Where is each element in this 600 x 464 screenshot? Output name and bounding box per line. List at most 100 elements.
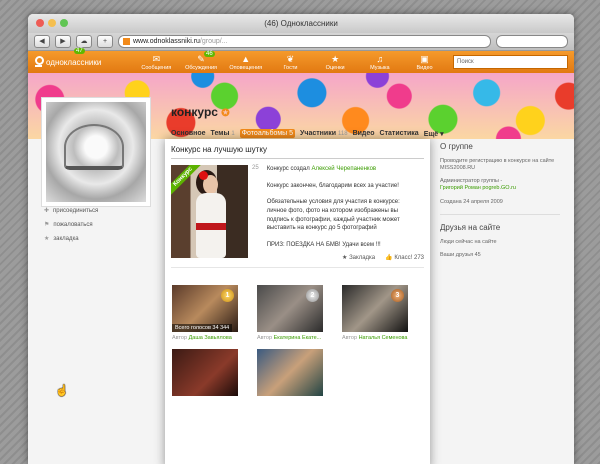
entry-card[interactable]: 2 Автор Екатерина Екате... xyxy=(257,285,335,341)
nav-discussions[interactable]: ✎ 46 Обсуждения xyxy=(184,50,218,71)
thumbs-up-icon: 👍 xyxy=(385,255,393,261)
link-label: пожаловаться xyxy=(53,221,93,228)
group-avatar-card[interactable] xyxy=(41,97,151,207)
bookmark-button[interactable]: ★ Закладка xyxy=(342,254,375,261)
your-friends-link[interactable]: Ваши друзья 45 xyxy=(440,252,560,259)
cloud-icon[interactable]: ☁ xyxy=(76,35,92,48)
silver-medal-icon: 2 xyxy=(306,289,319,302)
divider xyxy=(440,213,560,215)
minimize-button[interactable] xyxy=(48,19,56,27)
photo-number: 25 xyxy=(252,165,259,171)
tab-main[interactable]: Основное xyxy=(171,130,206,137)
site-search-input[interactable]: Поиск xyxy=(453,55,568,69)
tab-count: 1 xyxy=(231,131,235,137)
contest-ribbon: Конкурс xyxy=(171,165,205,199)
url-host: www.odnoklassniki.ru xyxy=(133,38,200,45)
class-label: Класс! xyxy=(394,255,413,261)
tab-photo-albums[interactable]: Фотоальбомы 5 xyxy=(239,129,296,138)
online-now-link[interactable]: Люди сейчас на сайте xyxy=(440,239,560,246)
nav-items: ✉ Сообщения ✎ 46 Обсуждения ▲ Оповещения ❦ Го… xyxy=(134,50,453,71)
window-controls xyxy=(36,19,68,27)
nav-video[interactable]: ▣ Видео xyxy=(408,54,442,71)
nav-messages[interactable]: ✉ Сообщения xyxy=(139,54,173,71)
browser-search-field[interactable] xyxy=(496,35,568,48)
logo-badge: 47 xyxy=(74,47,85,54)
group-name: конкурс xyxy=(171,105,218,119)
group-page: ✚ присоединиться ⚑ пожаловаться ★ закладка … xyxy=(28,97,574,464)
entry-photo[interactable]: 3 xyxy=(342,285,408,332)
tab-label: Фотоальбомы xyxy=(241,130,288,137)
entry-card[interactable] xyxy=(172,349,250,396)
nav-guests[interactable]: ❦ Гости xyxy=(273,54,307,71)
entry-card[interactable] xyxy=(257,349,335,396)
contest-photo[interactable]: Конкурс xyxy=(171,165,248,258)
envelope-icon: ✉ xyxy=(152,53,161,64)
report-link[interactable]: ⚑ пожаловаться xyxy=(44,221,98,229)
browser-toolbar: ◀ ▶ ☁ + www.odnoklassniki.ru/group/... xyxy=(28,33,574,51)
admin-info: Администратор группы - Григорий Роман pog… xyxy=(440,178,560,192)
forward-button[interactable]: ▶ xyxy=(55,35,71,48)
entries-grid: 1 Всего голосов 34 344 Автор Даша Завьял… xyxy=(171,285,424,396)
author-prefix: Автор xyxy=(172,335,188,341)
entry-photo[interactable]: 1 Всего голосов 34 344 xyxy=(172,285,238,332)
entry-photo[interactable] xyxy=(257,349,323,396)
window-title: (46) Одноклассники xyxy=(264,19,338,28)
entry-card[interactable]: 3 Автор Наталья Семенова xyxy=(342,285,420,341)
plus-icon: ✚ xyxy=(44,208,50,214)
tab-more[interactable]: Ещё ▾ xyxy=(424,130,444,138)
video-icon: ▣ xyxy=(420,53,429,64)
close-button[interactable] xyxy=(36,19,44,27)
nav-ratings[interactable]: ★ Оценки xyxy=(318,54,352,71)
bronze-medal-icon: 3 xyxy=(391,289,404,302)
created-prefix: Конкурс создал xyxy=(266,166,310,172)
link-label: присоединиться xyxy=(53,207,99,214)
site-navbar: одноклассники 47 ✉ Сообщения ✎ 46 Обсуждени… xyxy=(28,47,574,73)
tab-topics[interactable]: Темы 1 xyxy=(211,130,235,137)
hand-cursor-icon: ☝ xyxy=(55,385,69,397)
creator-link[interactable]: Алексей Черепаненков xyxy=(311,166,376,172)
address-bar[interactable]: www.odnoklassniki.ru/group/... xyxy=(118,35,491,48)
join-link[interactable]: ✚ присоединиться xyxy=(44,207,99,215)
back-button[interactable]: ◀ xyxy=(34,35,50,48)
class-button[interactable]: 👍 Класс! 273 xyxy=(385,254,424,261)
tab-statistics[interactable]: Статистика xyxy=(380,130,419,137)
gold-medal-icon: 1 xyxy=(221,289,234,302)
tab-label: Основное xyxy=(171,130,206,137)
finished-text: Конкурс закончен, благодарим всех за уча… xyxy=(266,182,399,189)
star-icon: ★ xyxy=(342,255,348,261)
tab-label: Статистика xyxy=(379,130,419,137)
contest-modal: Конкурс на лучшую шутку Конкурс 25 Конку… xyxy=(165,139,430,464)
star-icon: ★ xyxy=(331,53,340,64)
author-link[interactable]: Наталья Семенова xyxy=(359,335,408,341)
group-actions: ✚ присоединиться ⚑ пожаловаться ★ закладка xyxy=(44,207,98,249)
tab-count: 118 xyxy=(337,131,348,137)
author-link[interactable]: Даша Завьялова xyxy=(189,335,232,341)
entry-author: Автор Даша Завьялова xyxy=(172,335,250,341)
nav-label: Оценки xyxy=(325,64,345,71)
created-date: Создана 24 апреля 2009 xyxy=(440,198,503,205)
entry-photo[interactable]: 2 xyxy=(257,285,323,332)
entry-photo[interactable] xyxy=(172,349,238,396)
group-avatar xyxy=(46,102,146,202)
author-link[interactable]: Екатерина Екате... xyxy=(274,335,322,341)
flag-icon: ⚑ xyxy=(44,222,50,228)
entry-card[interactable]: 1 Всего голосов 34 344 Автор Даша Завьял… xyxy=(172,285,250,341)
site-logo[interactable]: одноклассники 47 xyxy=(34,47,134,69)
photo-flower xyxy=(199,171,208,180)
browser-window: (46) Одноклассники ◀ ▶ ☁ + www.odnoklass… xyxy=(28,14,574,464)
add-icon[interactable]: + xyxy=(97,35,113,48)
nav-music[interactable]: ♫ Музыка xyxy=(363,54,397,71)
nav-label: Сообщения xyxy=(141,64,172,71)
tab-video[interactable]: Видео xyxy=(353,130,375,137)
bookmark-link[interactable]: ★ закладка xyxy=(44,235,98,243)
post-text: Конкурс создал Алексей Черепаненков Конк… xyxy=(267,165,415,258)
tab-members[interactable]: Участники 118 xyxy=(300,130,348,137)
author-prefix: Автор xyxy=(257,335,273,341)
nav-notifications[interactable]: ▲ Оповещения xyxy=(229,54,263,71)
admin-link[interactable]: Григорий Роман pogreb.GO.ru xyxy=(440,185,516,191)
zoom-button[interactable] xyxy=(60,19,68,27)
tab-label: Видео xyxy=(352,130,375,137)
vote-count: Всего голосов 34 344 xyxy=(172,324,233,332)
entry-author: Автор Екатерина Екате... xyxy=(257,335,335,341)
conditions-text: Обязательные условия для участия в конку… xyxy=(266,199,400,232)
